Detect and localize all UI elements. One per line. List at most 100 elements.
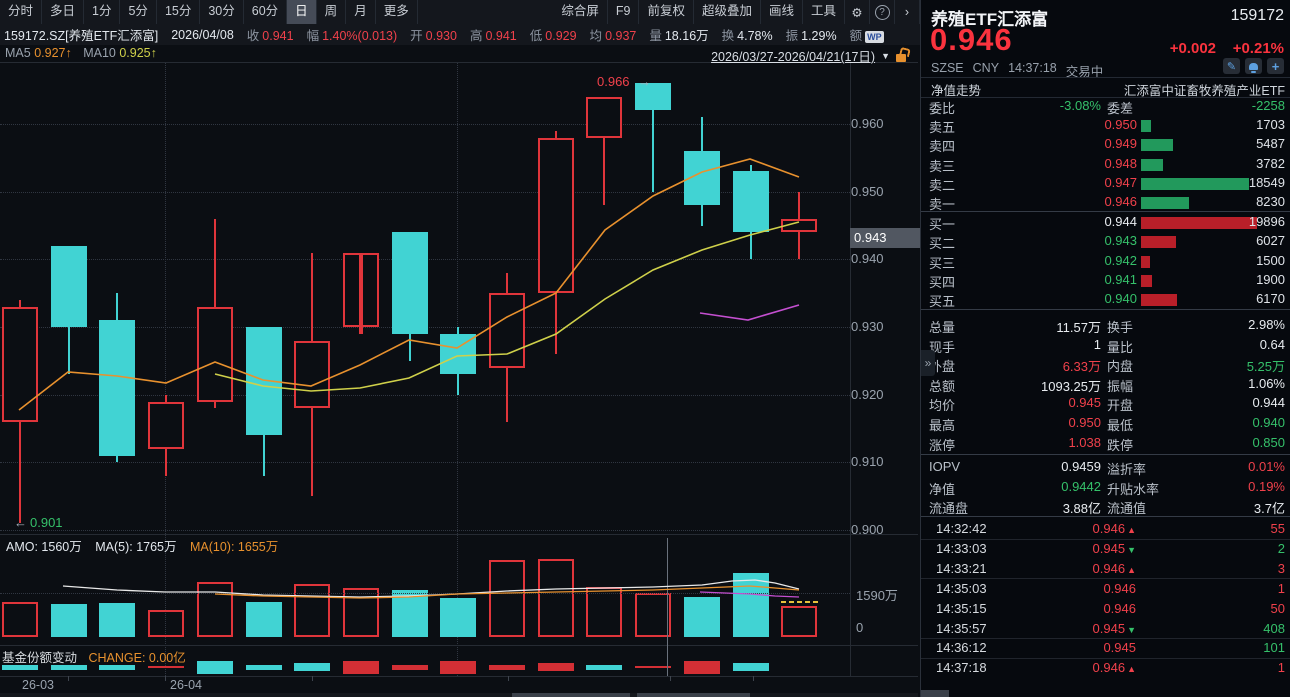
book-price[interactable]: 0.940 [1104,291,1137,306]
candle-body[interactable] [586,97,622,138]
book-depth-bar [1141,120,1151,132]
volume-bar[interactable] [294,584,330,637]
period-tab-周[interactable]: 周 [317,0,347,24]
more-tools-icon[interactable]: › [895,0,920,24]
x-axis-label: 26-03 [22,678,54,692]
tool-F9[interactable]: F9 [608,0,640,24]
volume-gridline [0,593,850,594]
tick-row[interactable]: 14:32:42 0.946 ▲ 55 [921,519,1290,539]
book-volume: 6027 [1256,233,1285,249]
book-price[interactable]: 0.942 [1104,253,1137,268]
date-range-text[interactable]: 2026/03/27-2026/04/21(17日) [711,46,875,65]
candle-body[interactable] [392,232,428,334]
fund-share-bar [197,661,233,674]
field-换: 换 4.78% [721,29,773,43]
gridline-h [0,530,850,531]
period-tab-多日[interactable]: 多日 [42,0,85,24]
candle-body[interactable] [440,334,476,374]
period-tab-日[interactable]: 日 [287,0,317,24]
book-price[interactable]: 0.944 [1104,214,1137,229]
gear-icon[interactable]: ⚙ [845,0,870,24]
volume-bar[interactable] [586,587,622,637]
candle-body[interactable] [197,307,233,402]
candle-body[interactable] [489,293,525,368]
period-tab-30分[interactable]: 30分 [200,0,244,24]
book-price[interactable]: 0.949 [1104,136,1137,151]
candle-body[interactable] [733,171,769,232]
candle-body[interactable] [294,341,330,408]
tick-row[interactable]: 14:35:57 0.945 ▼ 408 [921,619,1290,639]
book-price[interactable]: 0.947 [1104,175,1137,190]
tick-time: 14:33:03 [936,540,987,556]
volume-bar[interactable] [148,610,184,637]
volume-bar[interactable] [538,559,574,637]
volume-bar[interactable] [2,602,38,637]
book-volume: 1500 [1256,252,1285,268]
x-axis-tick [508,676,509,681]
book-price[interactable]: 0.948 [1104,156,1137,171]
nav-row: 净值走势 汇添富中证畜牧养殖产业ETF [921,77,1290,98]
candle-body[interactable] [51,246,87,327]
volume-bar[interactable] [246,602,282,637]
tool-画线[interactable]: 画线 [761,0,803,24]
period-tab-60分[interactable]: 60分 [244,0,288,24]
help-icon[interactable]: ? [870,0,895,24]
candle-body[interactable] [148,402,184,449]
candle-body[interactable] [2,307,38,422]
book-price[interactable]: 0.943 [1104,233,1137,248]
period-tab-1分[interactable]: 1分 [84,0,121,24]
period-tab-分时[interactable]: 分时 [0,0,43,24]
pane-border [0,534,918,535]
volume-bar[interactable] [489,560,525,637]
period-tab-5分[interactable]: 5分 [120,0,157,24]
tick-row[interactable]: 14:33:03 0.945 ▼ 2 [921,539,1290,559]
period-tab-15分[interactable]: 15分 [157,0,201,24]
tick-row[interactable]: 14:36:12 0.945 101 [921,638,1290,658]
tick-volume: 2 [1277,540,1285,556]
tick-price: 0.946 [1092,560,1126,576]
volume-bar[interactable] [197,582,233,637]
volume-bar[interactable] [684,597,720,637]
alert-button[interactable] [1245,58,1262,74]
volume-bar[interactable] [440,598,476,637]
volume-bar[interactable] [343,588,379,637]
volume-bar[interactable] [99,603,135,637]
tool-超级叠加[interactable]: 超级叠加 [694,0,761,24]
panel-footer-tab[interactable] [921,690,949,697]
volume-bar[interactable] [733,573,769,637]
chevron-down-icon[interactable]: ▼ [881,51,890,61]
add-to-watchlist-button[interactable]: + [1267,58,1284,74]
tool-综合屏[interactable]: 综合屏 [553,0,608,24]
period-tab-更多[interactable]: 更多 [376,0,418,24]
candle-body[interactable] [538,138,574,293]
scrollbar-thumb[interactable] [637,693,750,697]
book-depth-bar [1141,236,1176,249]
ma10-value: 0.925↑ [119,46,157,60]
tick-row[interactable]: 14:35:03 0.946 1 [921,579,1290,599]
scrollbar-thumb[interactable] [512,693,630,697]
scrollbar-track[interactable] [0,693,918,697]
candle-body[interactable] [99,320,135,456]
volume-bar[interactable] [51,604,87,637]
volume-bar[interactable] [635,593,671,637]
volume-bar[interactable] [392,590,428,637]
candle-body[interactable] [781,219,817,232]
candle-body[interactable] [246,327,282,435]
book-price[interactable]: 0.946 [1104,194,1137,209]
tick-row[interactable]: 14:33:21 0.946 ▲ 3 [921,559,1290,579]
panel-collapse-handle[interactable]: » [921,350,935,376]
tick-row[interactable]: 14:35:15 0.946 50 [921,599,1290,619]
edit-button[interactable]: ✎ [1223,58,1240,74]
candle-body[interactable] [684,151,720,205]
period-tab-月[interactable]: 月 [346,0,376,24]
tool-工具[interactable]: 工具 [803,0,845,24]
volume-bar[interactable] [781,606,817,637]
book-price[interactable]: 0.941 [1104,272,1137,287]
tick-row[interactable]: 14:37:18 0.946 ▲ 1 [921,658,1290,678]
unlock-icon[interactable] [896,53,906,62]
tick-price: 0.946 [1103,600,1136,616]
field-高: 高 0.941 [469,29,517,43]
tool-前复权[interactable]: 前复权 [639,0,694,24]
book-depth-bar [1141,294,1177,307]
book-price[interactable]: 0.950 [1104,117,1137,132]
